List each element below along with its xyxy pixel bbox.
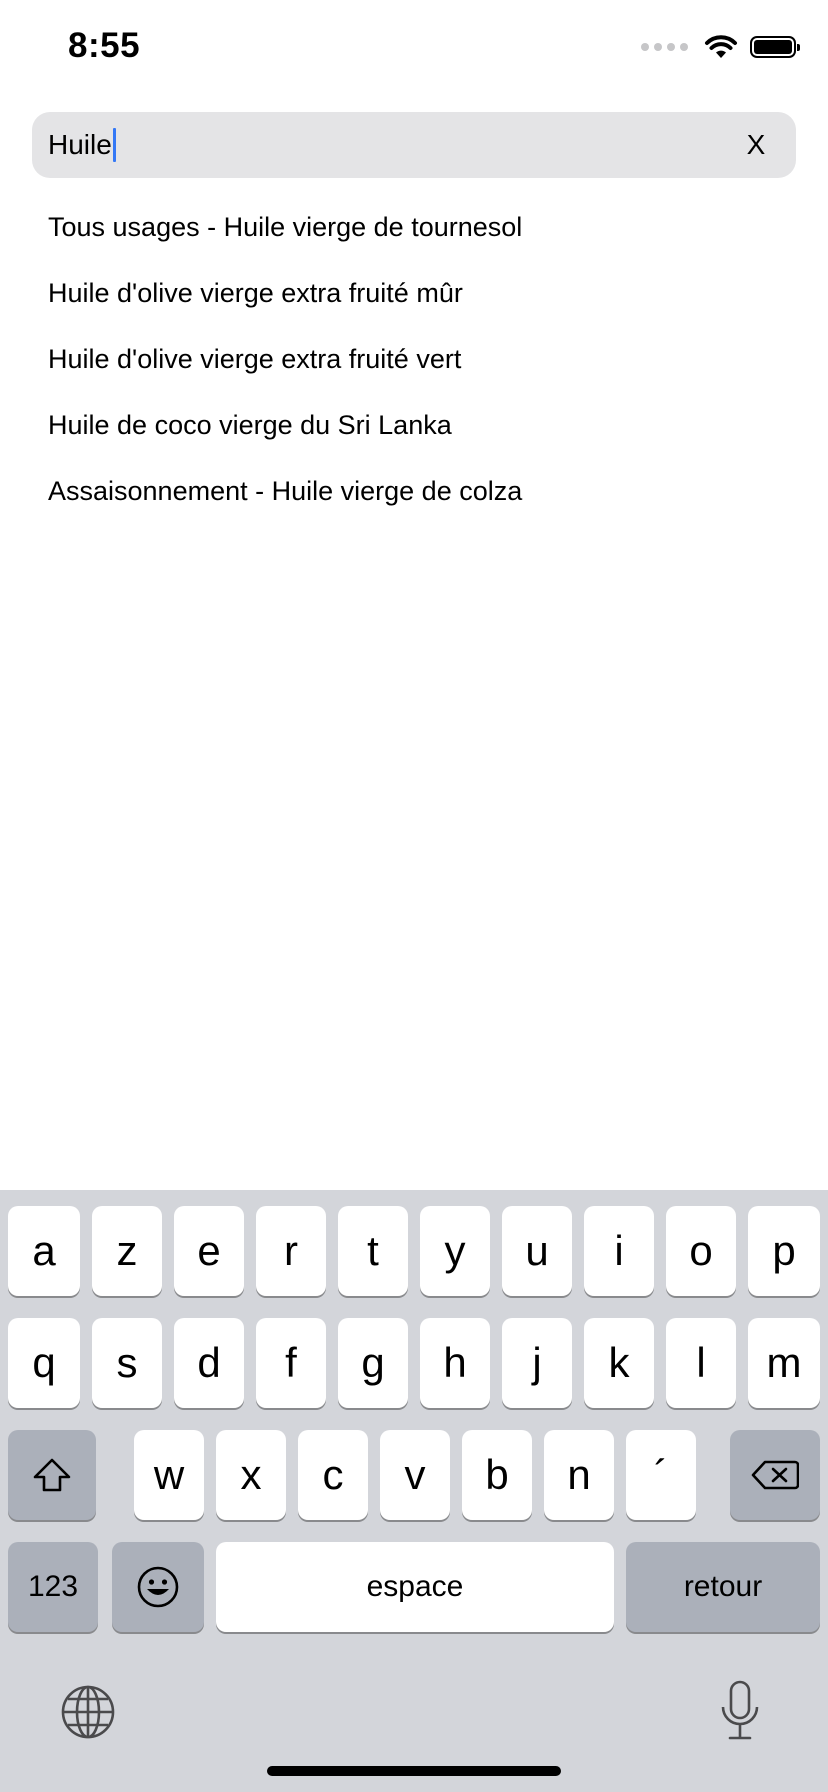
screen: 8:55 Huile X Tous usages - Huile vierge … [0,0,828,1792]
key-b[interactable]: b [462,1430,532,1520]
globe-icon [61,1685,115,1739]
key-u[interactable]: u [502,1206,572,1296]
backspace-key[interactable] [730,1430,820,1520]
backspace-icon [751,1460,799,1490]
search-field[interactable]: Huile X [32,112,796,178]
key-v[interactable]: v [380,1430,450,1520]
shift-icon [33,1458,71,1492]
return-key[interactable]: retour [626,1542,820,1632]
suggestion-list: Tous usages - Huile vierge de tournesol … [48,206,522,536]
text-caret [112,128,116,162]
key-k[interactable]: k [584,1318,654,1408]
suggestion-item[interactable]: Huile d'olive vierge extra fruité vert [48,338,522,404]
key-e[interactable]: e [174,1206,244,1296]
key-o[interactable]: o [666,1206,736,1296]
clear-search-button[interactable]: X [734,123,778,167]
search-input-value: Huile [48,129,112,160]
key-h[interactable]: h [420,1318,490,1408]
emoji-key[interactable] [112,1542,204,1632]
microphone-icon [721,1680,759,1740]
key-w[interactable]: w [134,1430,204,1520]
key-i[interactable]: i [584,1206,654,1296]
key-y[interactable]: y [420,1206,490,1296]
space-key[interactable]: espace [216,1542,614,1632]
key-x[interactable]: x [216,1430,286,1520]
key-r[interactable]: r [256,1206,326,1296]
suggestion-item[interactable]: Huile d'olive vierge extra fruité mûr [48,272,522,338]
key-f[interactable]: f [256,1318,326,1408]
suggestion-item[interactable]: Assaisonnement - Huile vierge de colza [48,470,522,536]
search-input[interactable]: Huile [48,127,116,163]
key-j[interactable]: j [502,1318,572,1408]
key-m[interactable]: m [748,1318,820,1408]
key-c[interactable]: c [298,1430,368,1520]
globe-button[interactable] [58,1682,118,1742]
key-l[interactable]: l [666,1318,736,1408]
key-q[interactable]: q [8,1318,80,1408]
key-n[interactable]: n [544,1430,614,1520]
battery-icon [750,36,800,58]
key-p[interactable]: p [748,1206,820,1296]
keyboard: a z e r t y u i o p q s d f g h j k l m … [0,1190,828,1792]
emoji-icon [137,1566,179,1608]
shift-key[interactable] [8,1430,96,1520]
dictation-button[interactable] [712,1676,768,1746]
key-s[interactable]: s [92,1318,162,1408]
key-z[interactable]: z [92,1206,162,1296]
home-indicator[interactable] [267,1766,561,1776]
status-icons [641,34,800,60]
key-g[interactable]: g [338,1318,408,1408]
suggestion-item[interactable]: Tous usages - Huile vierge de tournesol [48,206,522,272]
key-d[interactable]: d [174,1318,244,1408]
key-t[interactable]: t [338,1206,408,1296]
key-a[interactable]: a [8,1206,80,1296]
key-acute-accent[interactable]: ´ [626,1430,696,1520]
status-time: 8:55 [68,26,141,65]
wifi-icon [705,35,737,58]
status-bar: 8:55 [0,0,828,100]
numbers-key[interactable]: 123 [8,1542,98,1632]
cellular-signal-icon [641,43,688,51]
suggestion-item[interactable]: Huile de coco vierge du Sri Lanka [48,404,522,470]
